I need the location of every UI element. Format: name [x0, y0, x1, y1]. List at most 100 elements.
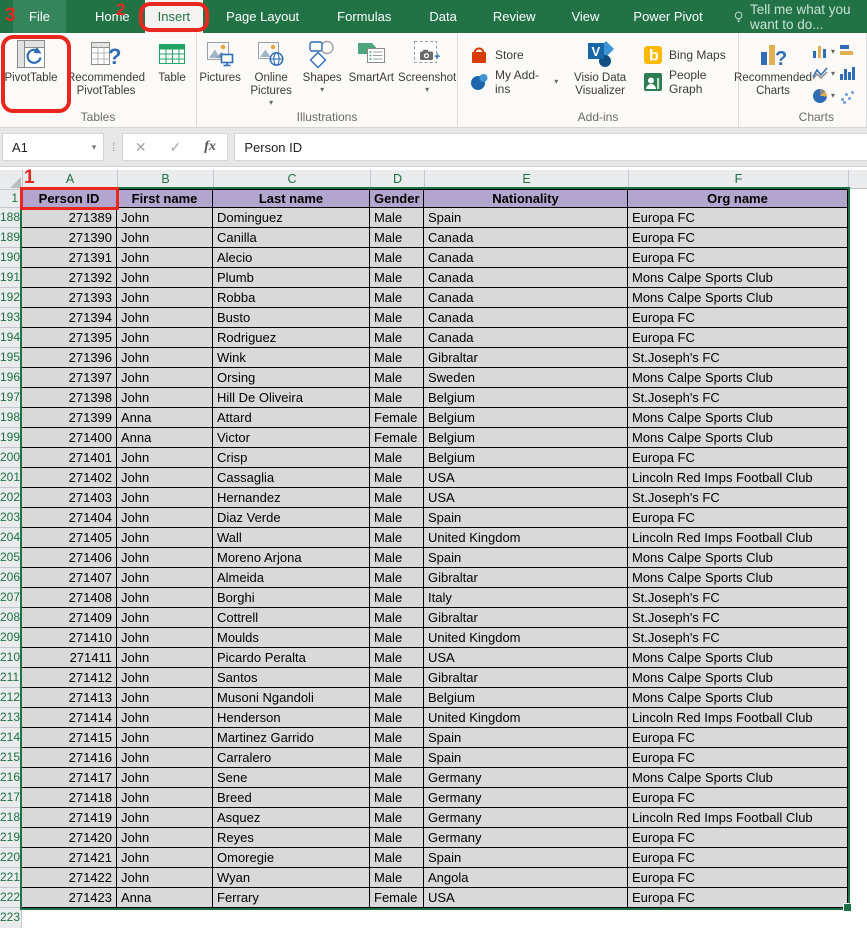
cell[interactable]: 271394 [22, 308, 117, 328]
cell[interactable]: John [117, 568, 213, 588]
cell[interactable]: Cottrell [213, 608, 370, 628]
cell[interactable]: Lincoln Red Imps Football Club [628, 468, 848, 488]
cell[interactable]: John [117, 788, 213, 808]
cell[interactable]: Sene [213, 768, 370, 788]
cell[interactable]: John [117, 328, 213, 348]
cell[interactable]: USA [424, 888, 628, 908]
bing-maps-button[interactable]: b Bing Maps [640, 41, 738, 68]
column-header-C[interactable]: C [214, 170, 371, 189]
cell[interactable]: Europa FC [628, 788, 848, 808]
cell[interactable]: John [117, 748, 213, 768]
row-header-210[interactable]: 210 [0, 648, 22, 668]
row-header-194[interactable]: 194 [0, 328, 22, 348]
row-header-215[interactable]: 215 [0, 748, 22, 768]
cell[interactable]: 271414 [22, 708, 117, 728]
cell[interactable]: Male [370, 568, 424, 588]
cell[interactable]: 271419 [22, 808, 117, 828]
row-header-188[interactable]: 188 [0, 208, 22, 228]
row-header-223[interactable]: 223 [0, 908, 22, 928]
cell[interactable]: Canada [424, 268, 628, 288]
cell[interactable]: Sweden [424, 368, 628, 388]
shapes-button[interactable]: Shapes ▾ [299, 36, 345, 94]
cell[interactable]: John [117, 848, 213, 868]
cell[interactable]: 271395 [22, 328, 117, 348]
cell[interactable]: John [117, 728, 213, 748]
cell[interactable]: Male [370, 868, 424, 888]
cell[interactable]: John [117, 768, 213, 788]
header-cell-first-name[interactable]: First name [117, 189, 213, 208]
row-header-214[interactable]: 214 [0, 728, 22, 748]
row-header-190[interactable]: 190 [0, 248, 22, 268]
cell[interactable]: Cassaglia [213, 468, 370, 488]
cell[interactable]: Europa FC [628, 448, 848, 468]
cell[interactable]: Female [370, 408, 424, 428]
screenshot-button[interactable]: + Screenshot ▾ [397, 36, 457, 94]
formula-input[interactable]: Person ID [234, 133, 867, 161]
name-box-caret-icon[interactable]: ▾ [85, 142, 103, 153]
cell[interactable]: Male [370, 588, 424, 608]
cell[interactable]: Canada [424, 288, 628, 308]
header-cell-gender[interactable]: Gender [370, 189, 424, 208]
enter-icon[interactable]: ✓ [170, 139, 182, 156]
cell[interactable]: Busto [213, 308, 370, 328]
cell[interactable]: John [117, 548, 213, 568]
tab-data[interactable]: Data [420, 0, 465, 33]
cell[interactable]: Anna [117, 888, 213, 908]
scatter-chart-button[interactable] [838, 87, 855, 103]
cell[interactable]: Crisp [213, 448, 370, 468]
cell[interactable]: Canada [424, 228, 628, 248]
row-header-200[interactable]: 200 [0, 448, 22, 468]
cell[interactable]: Germany [424, 788, 628, 808]
cell[interactable]: Male [370, 468, 424, 488]
cell[interactable]: 271391 [22, 248, 117, 268]
row-header-209[interactable]: 209 [0, 628, 22, 648]
cell[interactable]: 271410 [22, 628, 117, 648]
cell[interactable]: 271398 [22, 388, 117, 408]
cell[interactable]: Female [370, 428, 424, 448]
cell[interactable]: Musoni Ngandoli [213, 688, 370, 708]
cell[interactable]: Male [370, 688, 424, 708]
tell-me-box[interactable]: Tell me what you want to do... [734, 0, 867, 33]
visio-data-visualizer-button[interactable]: V Visio Data Visualizer [566, 36, 634, 98]
row-header-220[interactable]: 220 [0, 848, 22, 868]
cell[interactable]: Male [370, 648, 424, 668]
tab-home[interactable]: Home [86, 0, 139, 33]
row-header-192[interactable]: 192 [0, 288, 22, 308]
cell[interactable]: Europa FC [628, 508, 848, 528]
cell[interactable]: Female [370, 888, 424, 908]
cell[interactable]: John [117, 508, 213, 528]
cell[interactable]: Ferrary [213, 888, 370, 908]
cell[interactable]: John [117, 688, 213, 708]
cell[interactable]: 271422 [22, 868, 117, 888]
column-header-B[interactable]: B [118, 170, 214, 189]
cell[interactable]: St.Joseph's FC [628, 628, 848, 648]
cell[interactable]: United Kingdom [424, 708, 628, 728]
cell[interactable]: Wyan [213, 868, 370, 888]
cell[interactable]: 271399 [22, 408, 117, 428]
cell[interactable]: Wink [213, 348, 370, 368]
cell[interactable]: 271392 [22, 268, 117, 288]
tab-review[interactable]: Review [484, 0, 545, 33]
cell[interactable]: Male [370, 828, 424, 848]
cell[interactable]: USA [424, 648, 628, 668]
cell[interactable]: USA [424, 488, 628, 508]
cell[interactable]: Male [370, 388, 424, 408]
cell[interactable]: 271406 [22, 548, 117, 568]
row-header-203[interactable]: 203 [0, 508, 22, 528]
online-pictures-button[interactable]: Online Pictures ▾ [243, 36, 299, 107]
cell[interactable]: 271401 [22, 448, 117, 468]
row-header-205[interactable]: 205 [0, 548, 22, 568]
column-header-E[interactable]: E [425, 170, 629, 189]
cell[interactable]: John [117, 828, 213, 848]
cell[interactable]: Spain [424, 208, 628, 228]
header-cell-org-name[interactable]: Org name [628, 189, 848, 208]
tab-formulas[interactable]: Formulas [328, 0, 400, 33]
cell[interactable]: Lincoln Red Imps Football Club [628, 528, 848, 548]
cell[interactable]: John [117, 468, 213, 488]
cell[interactable]: Male [370, 748, 424, 768]
cell[interactable]: 271397 [22, 368, 117, 388]
cell[interactable]: United Kingdom [424, 528, 628, 548]
cell[interactable]: 271407 [22, 568, 117, 588]
cell[interactable]: St.Joseph's FC [628, 608, 848, 628]
cell[interactable]: Dominguez [213, 208, 370, 228]
